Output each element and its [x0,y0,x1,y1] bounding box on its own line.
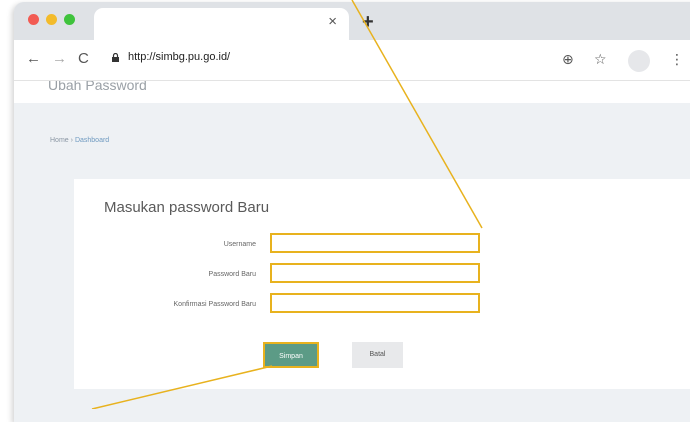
confirm-password-input[interactable] [270,293,480,313]
confirm-password-label: Konfirmasi Password Baru [173,301,256,308]
tab-close-icon[interactable]: × [328,14,337,30]
breadcrumb: Home › Dashboard [50,137,109,144]
forward-icon[interactable]: → [52,50,67,68]
back-icon[interactable]: ← [26,50,41,68]
form-title: Masukan password Baru [104,199,270,216]
password-form-card: Masukan password Baru Username Password … [74,179,690,389]
browser-toolbar: ← → C http://simbg.pu.go.id/ ⊕ ☆ ⋮ [14,40,690,81]
browser-window: × + ← → C http://simbg.pu.go.id/ ⊕ ☆ ⋮ U… [14,2,690,422]
breadcrumb-current[interactable]: Dashboard [75,137,109,144]
minimize-window-dot[interactable] [46,14,57,25]
username-label: Username [223,241,256,248]
profile-avatar[interactable] [628,50,650,72]
new-tab-button[interactable]: + [362,12,374,32]
content-area: Home › Dashboard Masukan password Baru U… [14,103,690,422]
breadcrumb-home[interactable]: Home [50,137,69,144]
cancel-button[interactable]: Batal [352,342,403,368]
breadcrumb-separator: › [70,137,73,144]
browser-tab[interactable]: × [94,8,349,40]
menu-icon[interactable]: ⋮ [670,51,684,67]
page-header: Ubah Password [14,81,690,103]
lock-icon [112,53,119,62]
reload-icon[interactable]: C [78,50,89,68]
new-password-input[interactable] [270,263,480,283]
bookmark-star-icon[interactable]: ☆ [594,51,607,67]
page-title: Ubah Password [48,81,147,93]
new-password-label: Password Baru [208,271,256,278]
target-icon[interactable]: ⊕ [562,51,574,67]
save-button[interactable]: Simpan [263,342,319,368]
maximize-window-dot[interactable] [64,14,75,25]
tab-bar: × + [14,2,690,40]
close-window-dot[interactable] [28,14,39,25]
username-input[interactable] [270,233,480,253]
address-bar[interactable]: http://simbg.pu.go.id/ [128,51,230,63]
